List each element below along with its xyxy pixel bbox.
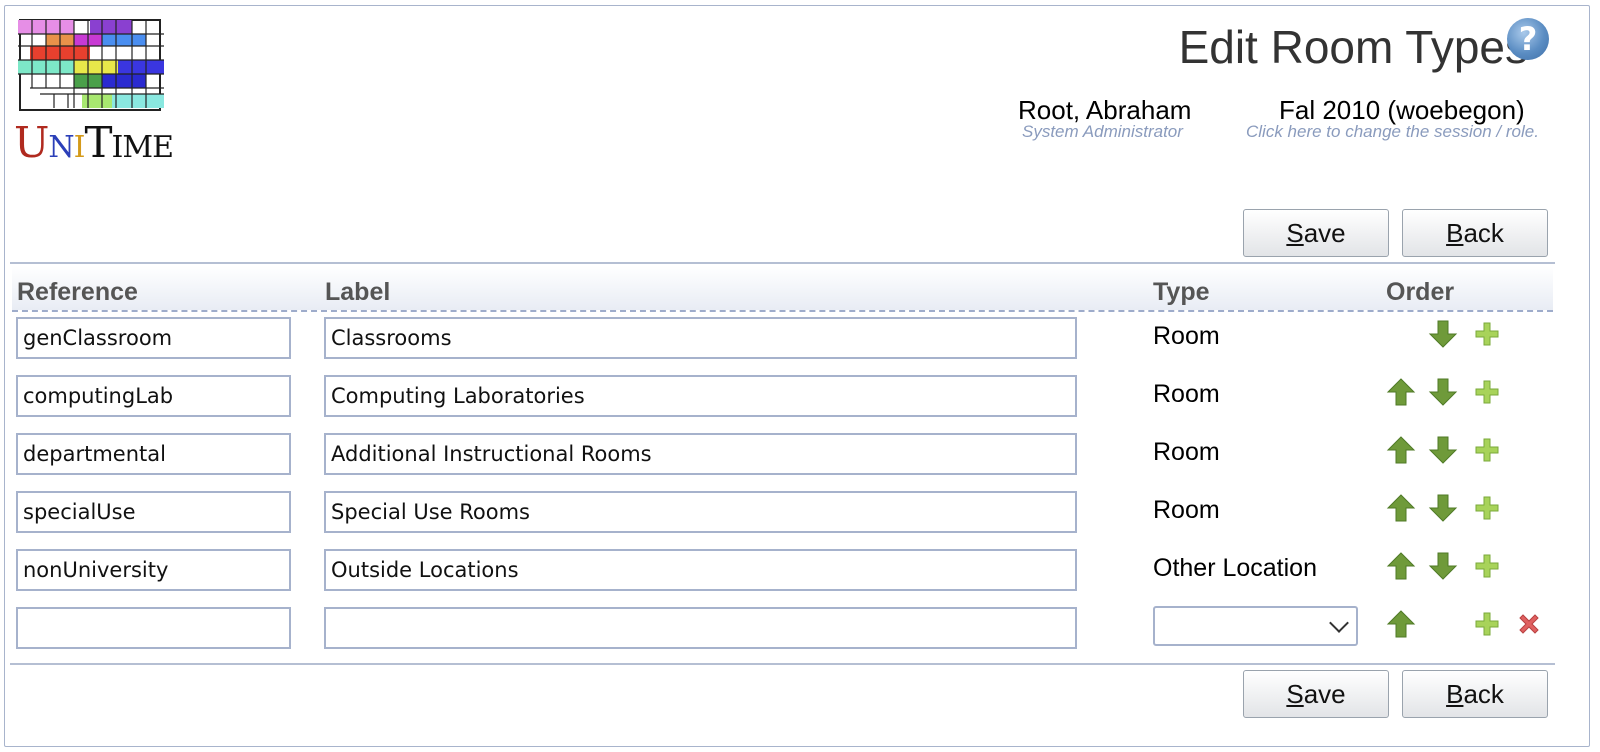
reference-input[interactable]: [16, 607, 291, 649]
plus-icon[interactable]: [1472, 551, 1502, 581]
arrow-up-icon[interactable]: [1386, 435, 1416, 465]
type-value: Room: [1153, 322, 1220, 350]
arrow-up-icon[interactable]: [1386, 551, 1416, 581]
reference-input[interactable]: [16, 491, 291, 533]
divider-top: [10, 262, 1555, 264]
label-input[interactable]: [324, 317, 1077, 359]
reference-input[interactable]: [16, 549, 291, 591]
arrow-down-icon[interactable]: [1428, 435, 1458, 465]
table-header: [12, 266, 1553, 312]
back-button-bottom[interactable]: Back: [1402, 670, 1548, 718]
type-value: Room: [1153, 438, 1220, 466]
plus-icon[interactable]: [1472, 493, 1502, 523]
delete-x-icon[interactable]: [1514, 609, 1544, 639]
plus-icon[interactable]: [1472, 435, 1502, 465]
column-header-type: Type: [1153, 278, 1210, 306]
user-role: System Administrator: [1022, 122, 1183, 141]
plus-icon[interactable]: [1472, 377, 1502, 407]
unitime-logo-text: UNITIME: [14, 118, 174, 167]
page-title: Edit Room Types: [1178, 21, 1528, 73]
unitime-logo-icon: [18, 19, 164, 111]
arrow-down-icon[interactable]: [1428, 493, 1458, 523]
save-button-bottom[interactable]: Save: [1243, 670, 1389, 718]
column-header-reference: Reference: [17, 278, 138, 306]
arrow-up-icon[interactable]: [1386, 377, 1416, 407]
label-input[interactable]: [324, 433, 1077, 475]
arrow-up-icon[interactable]: [1386, 493, 1416, 523]
label-input[interactable]: [324, 491, 1077, 533]
reference-input[interactable]: [16, 317, 291, 359]
arrow-up-icon[interactable]: [1386, 609, 1416, 639]
reference-input[interactable]: [16, 433, 291, 475]
type-select[interactable]: [1153, 606, 1358, 646]
plus-icon[interactable]: [1472, 319, 1502, 349]
label-input[interactable]: [324, 375, 1077, 417]
label-input[interactable]: [324, 607, 1077, 649]
type-value: Other Location: [1153, 554, 1317, 582]
type-value: Room: [1153, 496, 1220, 524]
arrow-down-icon[interactable]: [1428, 551, 1458, 581]
session-change-link[interactable]: Click here to change the session / role.: [1246, 122, 1539, 142]
reference-input[interactable]: [16, 375, 291, 417]
column-header-order: Order: [1386, 278, 1455, 306]
save-button-top[interactable]: Save: [1243, 209, 1389, 257]
arrow-down-icon[interactable]: [1428, 319, 1458, 349]
type-value: Room: [1153, 380, 1220, 408]
back-button-top[interactable]: Back: [1402, 209, 1548, 257]
chevron-down-icon: [1329, 613, 1349, 633]
plus-icon[interactable]: [1472, 609, 1502, 639]
column-header-label: Label: [325, 278, 391, 306]
label-input[interactable]: [324, 549, 1077, 591]
divider-bottom: [10, 663, 1555, 665]
help-icon[interactable]: ?: [1507, 18, 1549, 60]
arrow-down-icon[interactable]: [1428, 377, 1458, 407]
